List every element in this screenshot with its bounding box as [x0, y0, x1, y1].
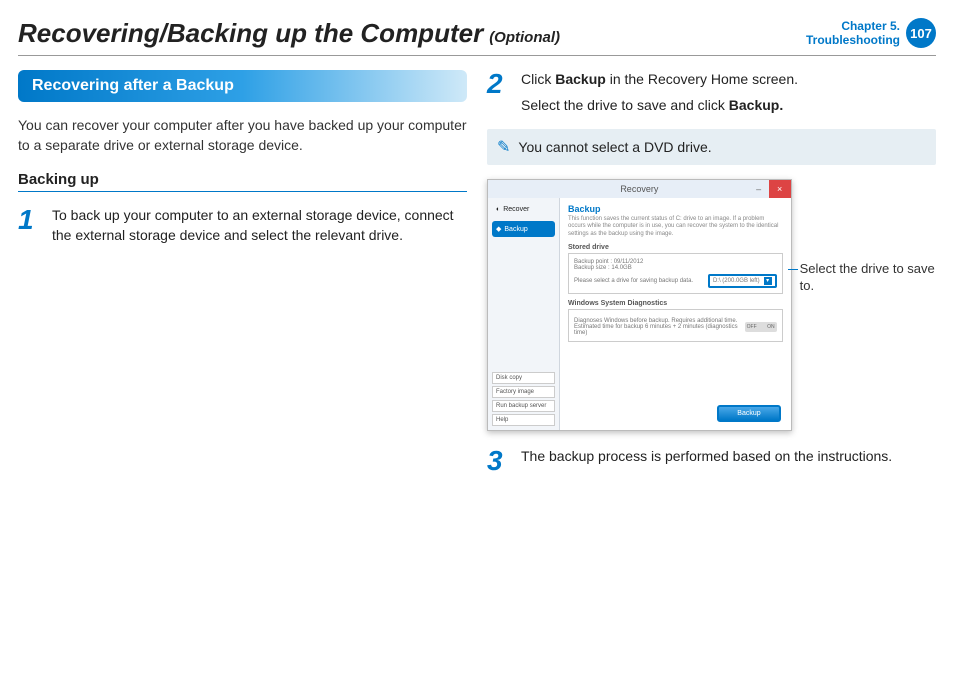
page-number-badge: 107: [906, 18, 936, 48]
sidebar-backup-label: Backup: [504, 226, 527, 233]
main-pane: Backup This function saves the current s…: [560, 198, 791, 430]
sidebar-item-recover[interactable]: ◐ Recover: [492, 202, 555, 217]
main-heading: Backup: [568, 204, 783, 214]
title-block: Recovering/Backing up the Computer (Opti…: [18, 18, 560, 49]
backup-icon: ◆: [496, 225, 501, 233]
recovery-window: Recovery – × ◐ Recover ◆ Back: [487, 179, 792, 431]
sidebar: ◐ Recover ◆ Backup Disk copy Factory ima…: [488, 198, 560, 430]
left-column: Recovering after a Backup You can recove…: [18, 70, 467, 489]
section-heading-pill: Recovering after a Backup: [18, 70, 467, 102]
chapter-line2: Troubleshooting: [806, 33, 900, 47]
drive-dropdown-value: D:\ (200.0GB left): [713, 278, 760, 284]
note-text: You cannot select a DVD drive.: [518, 139, 711, 155]
stored-drive-label: Stored drive: [568, 244, 783, 251]
sub-heading-divider: [18, 191, 467, 192]
toggle-on-label: ON: [767, 324, 775, 330]
step-1-text: To back up your computer to an external …: [52, 206, 467, 245]
page-title: Recovering/Backing up the Computer: [18, 18, 483, 49]
select-prompt: Please select a drive for saving backup …: [574, 278, 693, 284]
sidebar-run-backup-server[interactable]: Run backup server: [492, 400, 555, 412]
step-2: 2 Click Backup in the Recovery Home scre…: [487, 70, 936, 115]
toggle-off-label: OFF: [747, 324, 757, 330]
chevron-down-icon: ▾: [764, 277, 772, 285]
chapter-line1: Chapter 5.: [806, 19, 900, 33]
step-3: 3 The backup process is performed based …: [487, 447, 936, 475]
select-drive-row: Please select a drive for saving backup …: [574, 274, 777, 288]
diag-heading: Windows System Diagnostics: [568, 300, 783, 307]
sidebar-nav: ◐ Recover ◆ Backup: [492, 202, 555, 241]
step-2-number: 2: [487, 70, 509, 115]
step-2-text: Click Backup in the Recovery Home screen…: [521, 70, 936, 115]
step-2-line2-pre: Select the drive to save and click: [521, 97, 729, 113]
sidebar-factory-image[interactable]: Factory image: [492, 386, 555, 398]
note-box: ✎ You cannot select a DVD drive.: [487, 129, 936, 165]
sidebar-item-backup[interactable]: ◆ Backup: [492, 221, 555, 237]
step-2-mid: in the Recovery Home screen.: [606, 71, 798, 87]
chapter-block: Chapter 5. Troubleshooting 107: [806, 18, 936, 48]
note-icon: ✎: [497, 137, 510, 157]
step-2-bold2: Backup.: [729, 97, 783, 113]
callout-text: Select the drive to save to.: [800, 261, 935, 293]
close-button[interactable]: ×: [769, 180, 791, 198]
diag-toggle[interactable]: OFF ON: [745, 322, 777, 332]
main-description: This function saves the current status o…: [568, 216, 783, 238]
diag-text: Diagnoses Windows before backup. Require…: [574, 318, 745, 336]
step-1: 1 To back up your computer to an externa…: [18, 206, 467, 245]
header-divider: [18, 55, 936, 56]
content-columns: Recovering after a Backup You can recove…: [0, 70, 954, 489]
callout-leader-line: [788, 269, 798, 270]
backup-button[interactable]: Backup: [717, 405, 780, 422]
minimize-button[interactable]: –: [749, 180, 769, 198]
window-title: Recovery: [620, 184, 658, 194]
page-header: Recovering/Backing up the Computer (Opti…: [0, 0, 954, 49]
callout: Select the drive to save to.: [800, 261, 936, 295]
step-3-number: 3: [487, 447, 509, 475]
sidebar-bottom-list: Disk copy Factory image Run backup serve…: [492, 370, 555, 426]
screenshot-row: Recovery – × ◐ Recover ◆ Back: [487, 179, 936, 431]
step-1-number: 1: [18, 206, 40, 245]
window-body: ◐ Recover ◆ Backup Disk copy Factory ima…: [488, 198, 791, 430]
step-2-pre: Click: [521, 71, 555, 87]
sub-heading: Backing up: [18, 171, 467, 188]
title-optional: (Optional): [489, 29, 560, 46]
chapter-text: Chapter 5. Troubleshooting: [806, 19, 900, 48]
sidebar-disk-copy[interactable]: Disk copy: [492, 372, 555, 384]
intro-paragraph: You can recover your computer after you …: [18, 116, 467, 155]
diag-card: Diagnoses Windows before backup. Require…: [568, 309, 783, 342]
recover-icon: ◐: [496, 206, 500, 213]
step-2-bold1: Backup: [555, 71, 606, 87]
sidebar-recover-label: Recover: [503, 206, 529, 213]
stored-drive-card: Backup point : 09/11/2012 Backup size : …: [568, 253, 783, 294]
backup-size: Backup size : 14.0GB: [574, 265, 777, 271]
right-column: 2 Click Backup in the Recovery Home scre…: [487, 70, 936, 489]
drive-dropdown[interactable]: D:\ (200.0GB left) ▾: [708, 274, 777, 288]
window-titlebar: Recovery – ×: [488, 180, 791, 198]
sidebar-help[interactable]: Help: [492, 414, 555, 426]
step-3-text: The backup process is performed based on…: [521, 447, 936, 475]
